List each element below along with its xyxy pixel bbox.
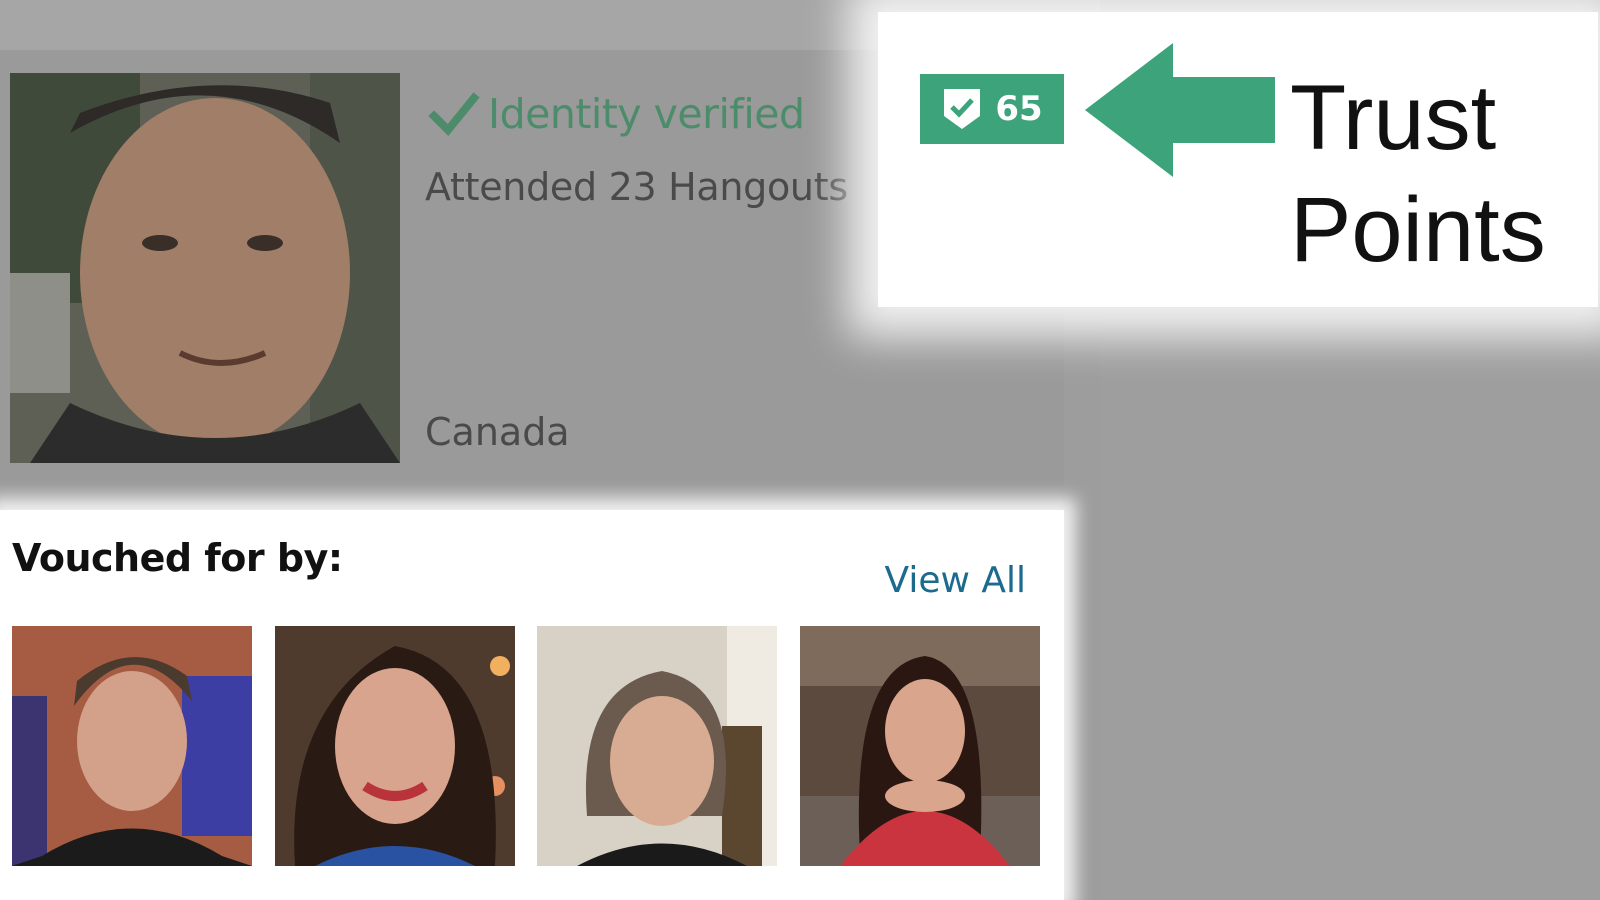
callout-line-2: Points <box>1290 179 1546 281</box>
view-all-link[interactable]: View All <box>884 560 1026 601</box>
trust-points-value: 65 <box>995 89 1043 129</box>
trust-points-badge[interactable]: 65 <box>920 74 1064 144</box>
profile-location: Canada <box>425 410 570 454</box>
trust-points-callout: Trust Points <box>1290 62 1546 286</box>
callout-line-1: Trust <box>1290 67 1497 169</box>
vouched-title: Vouched for by: <box>12 536 343 580</box>
voucher-photo[interactable] <box>800 626 1040 866</box>
shield-check-icon <box>944 89 981 129</box>
voucher-photo[interactable] <box>537 626 777 866</box>
voucher-photo[interactable] <box>12 626 252 866</box>
vouched-card: Vouched for by: View All <box>0 510 1064 900</box>
arrow-left-icon <box>1085 43 1275 177</box>
identity-verified: Identity verified <box>428 88 805 140</box>
voucher-photo[interactable] <box>275 626 515 866</box>
profile-photo[interactable] <box>10 73 400 463</box>
attended-hangouts: Attended 23 Hangouts <box>425 165 848 209</box>
check-icon <box>428 92 480 136</box>
identity-verified-label: Identity verified <box>488 90 805 138</box>
dim-overlay-right <box>1100 310 1600 900</box>
